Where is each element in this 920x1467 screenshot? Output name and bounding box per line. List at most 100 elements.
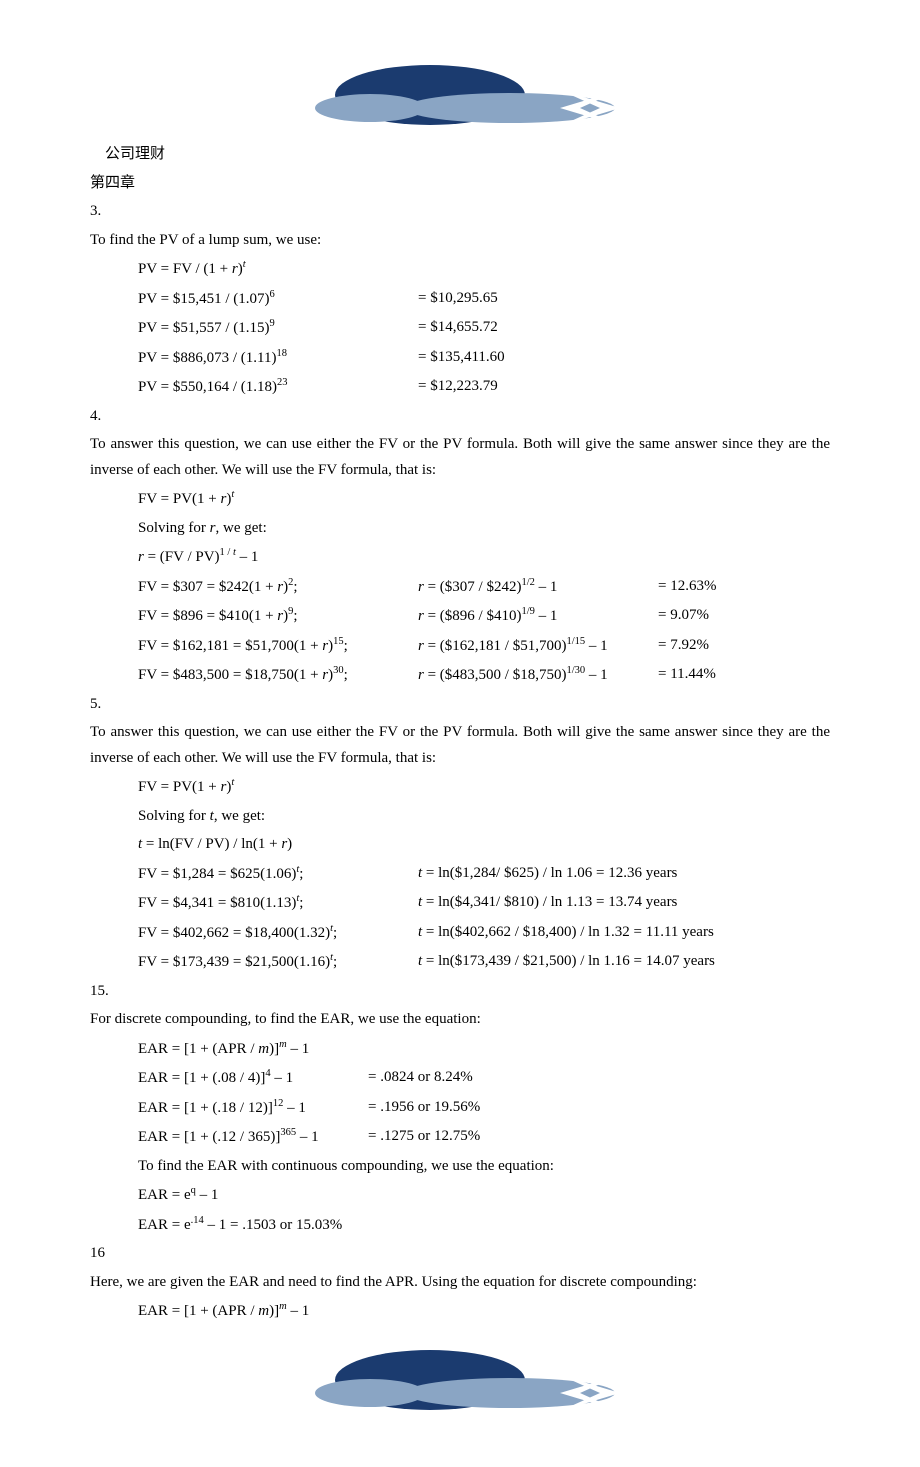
text: = .0824 or 8.24% [368, 1065, 830, 1092]
q5-row-1: FV = $1,284 = $625(1.06)t; t = ln($1,284… [138, 861, 830, 888]
text: = $10,295.65 [418, 286, 830, 313]
doc-title: 公司理财 [90, 142, 830, 168]
text: – 1 [585, 638, 608, 654]
header-banner-graphic [260, 60, 660, 130]
text: = .1956 or 19.56% [368, 1095, 830, 1122]
text: EAR = e [138, 1187, 191, 1203]
text: = ln(FV / PV) / ln(1 + [142, 836, 281, 852]
text: EAR = [1 + (APR / [138, 1303, 258, 1319]
text: )] [269, 1303, 279, 1319]
text: ; [293, 579, 297, 595]
text: FV = PV(1 + [138, 779, 221, 795]
text: 18 [276, 348, 287, 359]
text: = .1275 or 12.75% [368, 1124, 830, 1151]
text: – 1 [535, 608, 558, 624]
text: FV = $4,341 = $810(1.13) [138, 895, 296, 911]
text: FV = $162,181 = $51,700(1 + [138, 638, 322, 654]
q4-formula1: FV = PV(1 + r)t [138, 486, 830, 513]
text: ; [293, 608, 297, 624]
text: – 1 = .1503 or 15.03% [204, 1217, 342, 1233]
q4-number: 4. [90, 404, 830, 430]
q3-row-2: PV = $51,557 / (1.15)9 = $14,655.72 [138, 315, 830, 342]
text: ; [344, 638, 348, 654]
q5-formula1: FV = PV(1 + r)t [138, 774, 830, 801]
text: = ($483,500 / $18,750) [424, 667, 567, 683]
text: EAR = [1 + (.18 / 12)] [138, 1100, 273, 1116]
text: ; [333, 954, 337, 970]
text: EAR = e [138, 1217, 191, 1233]
text: PV = FV / (1 + [138, 261, 232, 277]
text: = 12.63% [658, 574, 830, 601]
text: FV = PV(1 + [138, 491, 221, 507]
text: EAR = [1 + (APR / [138, 1041, 258, 1057]
text: – 1 [535, 579, 558, 595]
text: ; [299, 866, 303, 882]
footer-banner-graphic [260, 1345, 660, 1415]
text: EAR = [1 + (.08 / 4)] [138, 1070, 265, 1086]
text: FV = $896 = $410(1 + [138, 608, 277, 624]
text: , we get: [216, 520, 267, 536]
text: 12 [273, 1098, 284, 1109]
text: 1/9 [521, 606, 534, 617]
q4-row-2: FV = $896 = $410(1 + r)9; r = ($896 / $4… [138, 603, 830, 630]
q15-intro: For discrete compounding, to find the EA… [90, 1007, 830, 1033]
q4-solving: Solving for r, we get: [138, 516, 830, 542]
q5-row-2: FV = $4,341 = $810(1.13)t; t = ln($4,341… [138, 890, 830, 917]
q15-cont-formula1: EAR = eq – 1 [138, 1182, 830, 1209]
text: ) [287, 836, 292, 852]
text: – 1 [296, 1129, 319, 1145]
text: = ln($4,341/ $810) / ln 1.13 = 13.74 yea… [422, 894, 677, 910]
text: – 1 [287, 1303, 310, 1319]
chapter-label: 第四章 [90, 171, 830, 197]
text: – 1 [287, 1041, 310, 1057]
text: = (FV / PV) [144, 549, 220, 565]
text: PV = $15,451 / (1.07) [138, 291, 270, 307]
q15-row-1: EAR = [1 + (.08 / 4)]4 – 1 = .0824 or 8.… [138, 1065, 830, 1092]
text: 6 [270, 289, 275, 300]
q15-row-2: EAR = [1 + (.18 / 12)]12 – 1 = .1956 or … [138, 1095, 830, 1122]
q5-row-3: FV = $402,662 = $18,400(1.32)t; t = ln($… [138, 920, 830, 947]
text: = ($307 / $242) [424, 579, 522, 595]
text: PV = $51,557 / (1.15) [138, 320, 270, 336]
text: 365 [280, 1127, 296, 1138]
text: )] [269, 1041, 279, 1057]
text: – 1 [236, 549, 259, 565]
text: EAR = [1 + (.12 / 365)] [138, 1129, 280, 1145]
text: 30 [333, 665, 344, 676]
text: Solving for [138, 520, 210, 536]
text: 15 [333, 636, 344, 647]
q5-row-4: FV = $173,439 = $21,500(1.16)t; t = ln($… [138, 949, 830, 976]
text: 1/2 [521, 577, 534, 588]
text: FV = $402,662 = $18,400(1.32) [138, 925, 330, 941]
text: ; [344, 667, 348, 683]
text: = ($162,181 / $51,700) [424, 638, 567, 654]
text: – 1 [271, 1070, 294, 1086]
q3-number: 3. [90, 199, 830, 225]
q3-row-3: PV = $886,073 / (1.11)18 = $135,411.60 [138, 345, 830, 372]
text: 1/15 [566, 636, 585, 647]
q5-formula2: t = ln(FV / PV) / ln(1 + r) [138, 832, 830, 858]
text: PV = $550,164 / (1.18) [138, 379, 277, 395]
q4-row-3: FV = $162,181 = $51,700(1 + r)15; r = ($… [138, 633, 830, 660]
q16-intro: Here, we are given the EAR and need to f… [90, 1270, 830, 1296]
text: = $135,411.60 [418, 345, 830, 372]
q4-row-1: FV = $307 = $242(1 + r)2; r = ($307 / $2… [138, 574, 830, 601]
q3-row-1: PV = $15,451 / (1.07)6 = $10,295.65 [138, 286, 830, 313]
q4-intro: To answer this question, we can use eith… [90, 432, 830, 483]
text: – 1 [585, 667, 608, 683]
text: FV = $483,500 = $18,750(1 + [138, 667, 322, 683]
text: = 11.44% [658, 662, 830, 689]
text: FV = $1,284 = $625(1.06) [138, 866, 296, 882]
text: FV = $173,439 = $21,500(1.16) [138, 954, 330, 970]
text: FV = $307 = $242(1 + [138, 579, 277, 595]
text: Solving for [138, 808, 210, 824]
q15-cont-formula2: EAR = e.14 – 1 = .1503 or 15.03% [138, 1212, 830, 1239]
text: ; [299, 895, 303, 911]
q5-number: 5. [90, 692, 830, 718]
text: , we get: [214, 808, 265, 824]
q15-cont-intro: To find the EAR with continuous compound… [138, 1154, 830, 1180]
q15-formula: EAR = [1 + (APR / m)]m – 1 [138, 1036, 830, 1063]
q3-row-4: PV = $550,164 / (1.18)23 = $12,223.79 [138, 374, 830, 401]
q3-intro: To find the PV of a lump sum, we use: [90, 228, 830, 254]
text: – 1 [283, 1100, 306, 1116]
